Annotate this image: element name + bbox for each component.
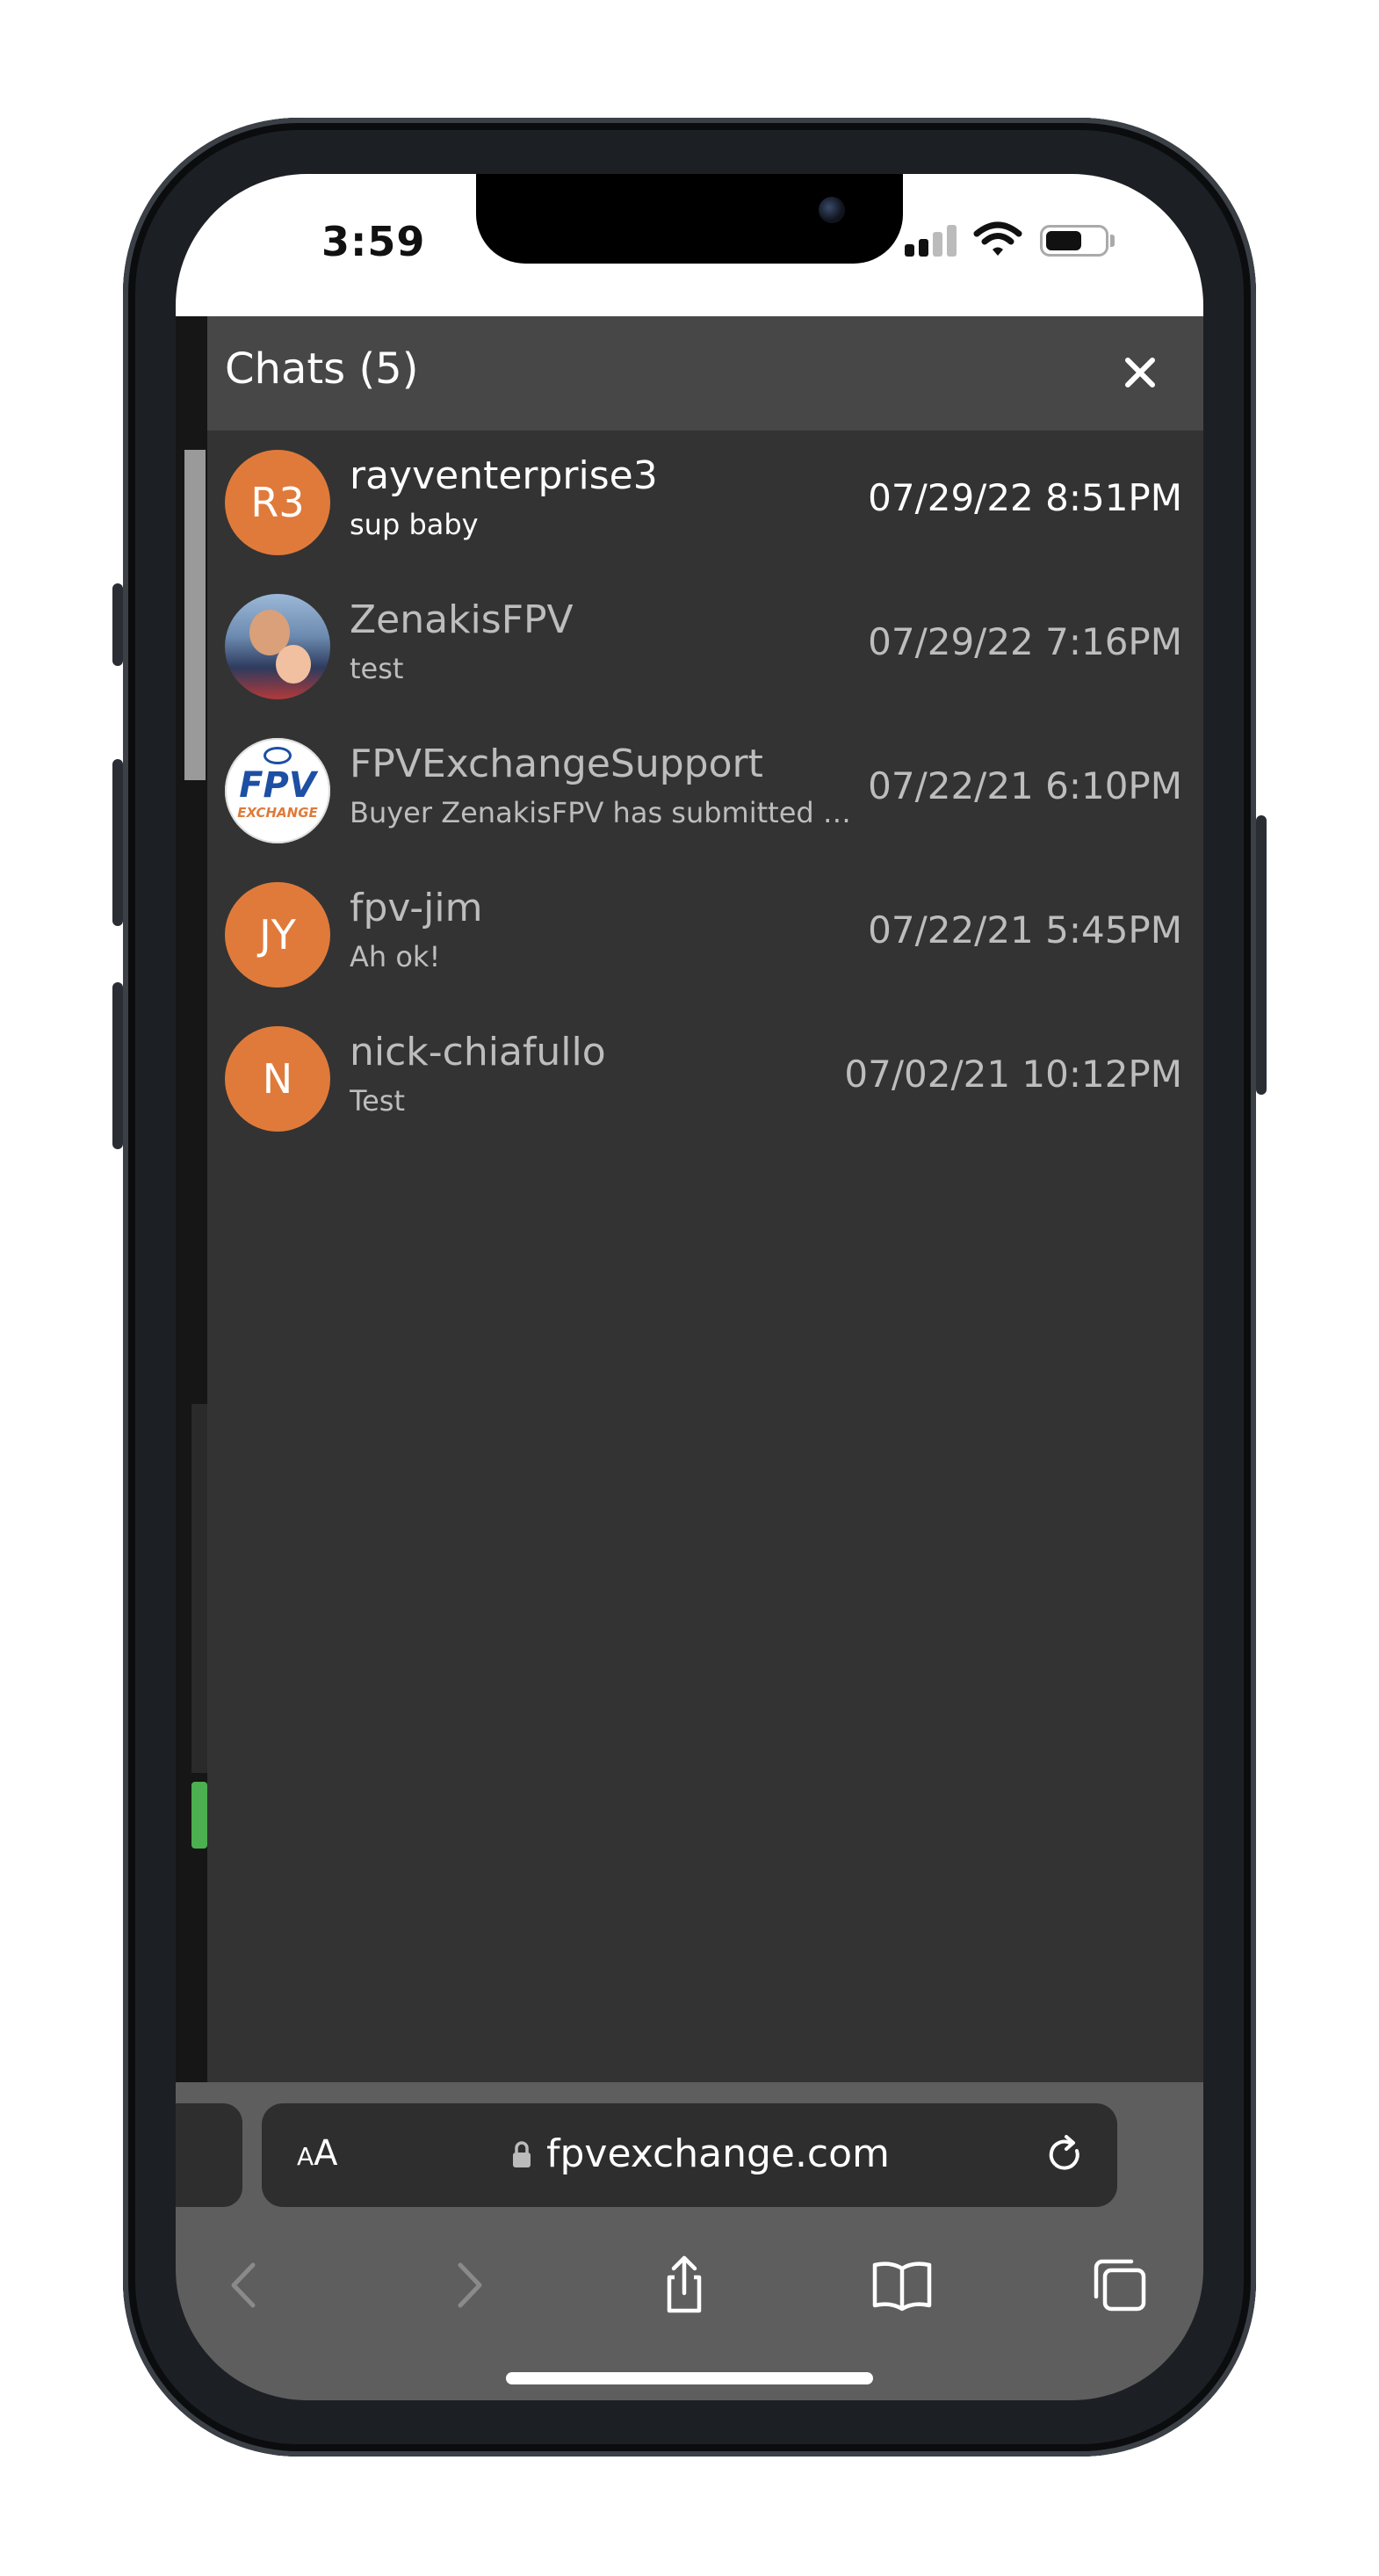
chat-username: FPVExchangeSupport [350, 742, 763, 786]
close-icon [1125, 358, 1155, 387]
background-page-badge [191, 1782, 207, 1849]
chat-last-message: Test [350, 1084, 406, 1118]
text-size-large-label: A [314, 2133, 338, 2174]
forward-icon[interactable] [437, 2254, 499, 2316]
chat-item[interactable]: R3 rayventerprise3 sup baby 07/29/22 8:5… [207, 431, 1203, 575]
photo-person-2 [276, 645, 311, 684]
text-size-button[interactable]: AA [297, 2133, 338, 2174]
chat-username: rayventerprise3 [350, 453, 658, 498]
mute-switch [112, 583, 123, 666]
back-icon[interactable] [214, 2254, 276, 2316]
chat-panel-title: Chats (5) [225, 344, 419, 394]
logo-sub-text: EXCHANGE [237, 805, 318, 821]
share-icon[interactable] [653, 2254, 715, 2316]
home-indicator[interactable] [506, 2372, 873, 2384]
power-button [1256, 815, 1267, 1095]
battery-tip [1110, 235, 1115, 247]
avatar: R3 [225, 450, 330, 555]
notch [476, 174, 903, 264]
wifi-icon [973, 221, 1022, 256]
chat-last-message: test [350, 652, 404, 685]
avatar: N [225, 1026, 330, 1132]
close-button[interactable] [1115, 348, 1165, 397]
previous-tab-preview[interactable] [176, 2103, 242, 2207]
safari-toolbar: AA fpvexchange.com [176, 2082, 1203, 2400]
chat-item[interactable]: ZenakisFPV test 07/29/22 7:16PM [207, 575, 1203, 719]
volume-up-button [112, 759, 123, 926]
status-bar: 3:59 [176, 174, 1203, 316]
avatar-photo [225, 594, 330, 699]
tabs-icon[interactable] [1089, 2254, 1151, 2316]
address-bar[interactable]: AA fpvexchange.com [262, 2103, 1117, 2207]
chat-last-message: sup baby [350, 508, 479, 541]
camera-icon [819, 197, 845, 223]
chat-last-message: Buyer ZenakisFPV has submitted a... [350, 796, 859, 829]
logo-main-text: FPV [239, 765, 316, 806]
drone-icon [264, 747, 292, 764]
chat-username: nick-chiafullo [350, 1030, 606, 1075]
chat-timestamp: 07/29/22 7:16PM [868, 620, 1182, 663]
chat-panel: Chats (5) R3 rayventerprise3 sup baby 07… [207, 316, 1203, 2082]
chat-item[interactable]: N nick-chiafullo Test 07/02/21 10:12PM [207, 1007, 1203, 1151]
battery-icon [1040, 225, 1108, 257]
lock-icon [513, 2141, 531, 2167]
background-page-image [184, 450, 206, 780]
chat-timestamp: 07/22/21 5:45PM [868, 908, 1182, 952]
url-text: fpvexchange.com [546, 2131, 890, 2176]
signal-icon [905, 225, 957, 257]
chat-last-message: Ah ok! [350, 940, 441, 973]
chat-username: ZenakisFPV [350, 597, 574, 642]
status-time: 3:59 [321, 218, 426, 265]
chat-item[interactable]: JY fpv-jim Ah ok! 07/22/21 5:45PM [207, 863, 1203, 1007]
avatar-logo: FPV EXCHANGE [225, 738, 330, 843]
reload-icon[interactable] [1043, 2133, 1087, 2177]
chat-username: fpv-jim [350, 886, 483, 930]
chat-item[interactable]: FPV EXCHANGE FPVExchangeSupport Buyer Ze… [207, 719, 1203, 863]
avatar: JY [225, 882, 330, 988]
volume-down-button [112, 982, 123, 1149]
bookmarks-icon[interactable] [871, 2254, 933, 2316]
phone-screen: 3:59 Chats (5) R3 rayventerprise3 sup ba… [176, 174, 1203, 2400]
chat-header: Chats (5) [207, 316, 1203, 431]
chat-timestamp: 07/29/22 8:51PM [868, 476, 1182, 519]
background-page-block [191, 1404, 209, 1773]
chat-timestamp: 07/22/21 6:10PM [868, 764, 1182, 807]
chat-timestamp: 07/02/21 10:12PM [844, 1053, 1182, 1096]
text-size-small-label: A [297, 2142, 314, 2171]
